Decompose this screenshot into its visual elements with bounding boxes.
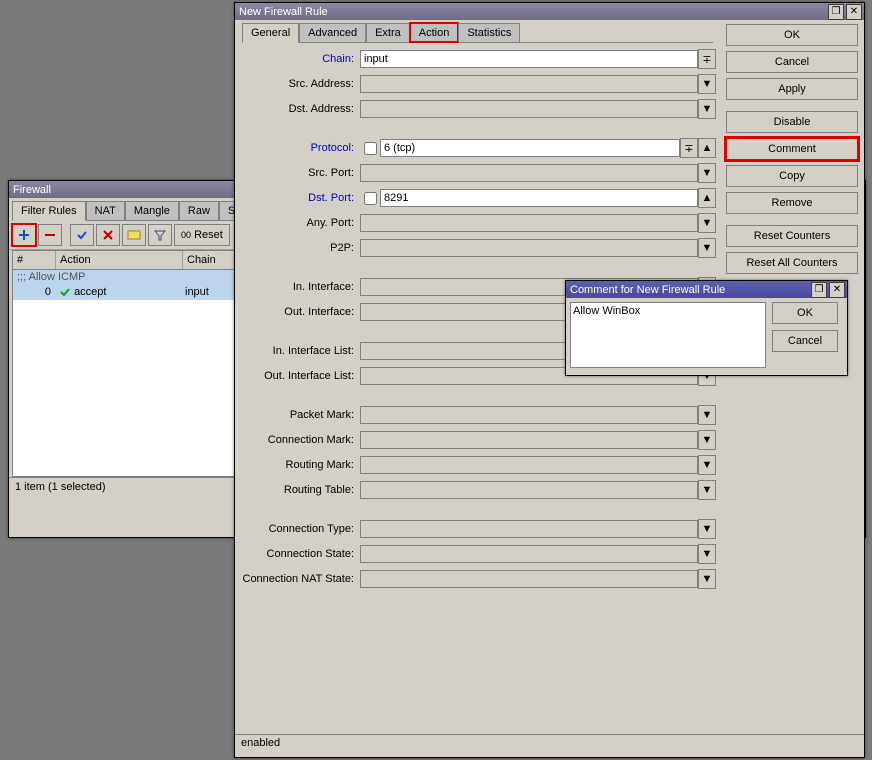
reset-all-counters-button[interactable]: Reset All Counters bbox=[726, 252, 858, 274]
col-num[interactable]: # bbox=[13, 251, 56, 269]
expand-icon[interactable]: ▼ bbox=[698, 455, 716, 475]
apply-button[interactable]: Apply bbox=[726, 78, 858, 100]
tab-statistics[interactable]: Statistics bbox=[458, 23, 520, 42]
new-rule-title: New Firewall Rule bbox=[237, 6, 826, 18]
expand-icon[interactable]: ▼ bbox=[698, 405, 716, 425]
ok-button[interactable]: OK bbox=[772, 302, 838, 324]
dst-port-input[interactable] bbox=[380, 189, 698, 207]
copy-button[interactable]: Copy bbox=[726, 165, 858, 187]
protocol-label[interactable]: Protocol: bbox=[239, 142, 360, 154]
new-rule-titlebar[interactable]: New Firewall Rule ❐ ✕ bbox=[235, 3, 864, 20]
close-icon[interactable]: ✕ bbox=[846, 4, 862, 20]
filter-button[interactable] bbox=[148, 224, 172, 246]
chain-label[interactable]: Chain: bbox=[239, 53, 360, 65]
src-address-input[interactable] bbox=[360, 75, 698, 93]
tab-general[interactable]: General bbox=[242, 23, 299, 43]
disable-button[interactable]: Disable bbox=[726, 111, 858, 133]
out-interface-label: Out. Interface: bbox=[239, 306, 360, 318]
tab-raw[interactable]: Raw bbox=[179, 201, 219, 220]
dropdown-icon[interactable]: ∓ bbox=[680, 138, 698, 158]
expand-icon[interactable]: ▼ bbox=[698, 430, 716, 450]
comment-button[interactable] bbox=[122, 224, 146, 246]
dst-address-label: Dst. Address: bbox=[239, 103, 360, 115]
any-port-label: Any. Port: bbox=[239, 217, 360, 229]
in-interface-label: In. Interface: bbox=[239, 281, 360, 293]
expand-icon[interactable]: ▼ bbox=[698, 74, 716, 94]
comment-button[interactable]: Comment bbox=[726, 138, 858, 160]
side-buttons: OK Cancel Apply Disable Comment Copy Rem… bbox=[720, 20, 864, 736]
enable-button[interactable] bbox=[70, 224, 94, 246]
out-interface-list-label: Out. Interface List: bbox=[239, 370, 360, 382]
p2p-input[interactable] bbox=[360, 239, 698, 257]
tab-extra[interactable]: Extra bbox=[366, 23, 410, 42]
chain-input[interactable] bbox=[360, 50, 698, 68]
ok-button[interactable]: OK bbox=[726, 24, 858, 46]
in-interface-list-label: In. Interface List: bbox=[239, 345, 360, 357]
routing-mark-label: Routing Mark: bbox=[239, 459, 360, 471]
routing-mark-input[interactable] bbox=[360, 456, 698, 474]
cancel-button[interactable]: Cancel bbox=[726, 51, 858, 73]
tab-action[interactable]: Action bbox=[410, 23, 459, 42]
remove-button[interactable]: Remove bbox=[726, 192, 858, 214]
connection-type-input[interactable] bbox=[360, 520, 698, 538]
col-action[interactable]: Action bbox=[56, 251, 183, 269]
expand-icon[interactable]: ▼ bbox=[698, 238, 716, 258]
connection-state-label: Connection State: bbox=[239, 548, 360, 560]
protocol-not-checkbox[interactable] bbox=[364, 142, 377, 155]
new-rule-tabs: General Advanced Extra Action Statistics bbox=[242, 23, 713, 43]
disable-button[interactable] bbox=[96, 224, 120, 246]
packet-mark-input[interactable] bbox=[360, 406, 698, 424]
routing-table-input[interactable] bbox=[360, 481, 698, 499]
dst-address-input[interactable] bbox=[360, 100, 698, 118]
new-rule-dialog: New Firewall Rule ❐ ✕ General Advanced E… bbox=[234, 2, 865, 758]
add-button[interactable] bbox=[12, 224, 36, 246]
connection-type-label: Connection Type: bbox=[239, 523, 360, 535]
expand-icon[interactable]: ▼ bbox=[698, 163, 716, 183]
new-rule-status: enabled bbox=[235, 734, 864, 757]
p2p-label: P2P: bbox=[239, 242, 360, 254]
reset-counters-button[interactable]: Reset Counters bbox=[726, 225, 858, 247]
routing-table-label: Routing Table: bbox=[239, 484, 360, 496]
restore-icon[interactable]: ❐ bbox=[811, 282, 827, 298]
accept-icon bbox=[59, 286, 71, 298]
comment-titlebar[interactable]: Comment for New Firewall Rule ❐ ✕ bbox=[566, 281, 847, 298]
collapse-icon[interactable]: ▲ bbox=[698, 188, 716, 208]
tab-advanced[interactable]: Advanced bbox=[299, 23, 366, 42]
dropdown-icon[interactable]: ∓ bbox=[698, 49, 716, 69]
connection-state-input[interactable] bbox=[360, 545, 698, 563]
connection-mark-label: Connection Mark: bbox=[239, 434, 360, 446]
reset-counters-button[interactable]: 00 Reset bbox=[174, 224, 230, 246]
expand-icon[interactable]: ▼ bbox=[698, 544, 716, 564]
close-icon[interactable]: ✕ bbox=[829, 282, 845, 298]
restore-icon[interactable]: ❐ bbox=[828, 4, 844, 20]
cell-action: accept bbox=[55, 284, 181, 300]
connection-nat-state-input[interactable] bbox=[360, 570, 698, 588]
expand-icon[interactable]: ▼ bbox=[698, 569, 716, 589]
dst-port-not-checkbox[interactable] bbox=[364, 192, 377, 205]
tab-filter-rules[interactable]: Filter Rules bbox=[12, 201, 86, 221]
expand-icon[interactable]: ▼ bbox=[698, 213, 716, 233]
comment-title: Comment for New Firewall Rule bbox=[568, 284, 809, 296]
any-port-input[interactable] bbox=[360, 214, 698, 232]
src-address-label: Src. Address: bbox=[239, 78, 360, 90]
cell-num: 0 bbox=[13, 284, 55, 300]
remove-button[interactable] bbox=[38, 224, 62, 246]
src-port-label: Src. Port: bbox=[239, 167, 360, 179]
expand-icon[interactable]: ▼ bbox=[698, 99, 716, 119]
src-port-input[interactable] bbox=[360, 164, 698, 182]
protocol-input[interactable] bbox=[380, 139, 680, 157]
comment-textarea[interactable] bbox=[570, 302, 766, 368]
comment-dialog: Comment for New Firewall Rule ❐ ✕ OK Can… bbox=[565, 280, 848, 376]
dst-port-label[interactable]: Dst. Port: bbox=[239, 192, 360, 204]
connection-mark-input[interactable] bbox=[360, 431, 698, 449]
collapse-icon[interactable]: ▲ bbox=[698, 138, 716, 158]
connection-nat-state-label: Connection NAT State: bbox=[239, 573, 360, 585]
cancel-button[interactable]: Cancel bbox=[772, 330, 838, 352]
tab-mangle[interactable]: Mangle bbox=[125, 201, 179, 220]
expand-icon[interactable]: ▼ bbox=[698, 519, 716, 539]
packet-mark-label: Packet Mark: bbox=[239, 409, 360, 421]
tab-nat[interactable]: NAT bbox=[86, 201, 125, 220]
expand-icon[interactable]: ▼ bbox=[698, 480, 716, 500]
